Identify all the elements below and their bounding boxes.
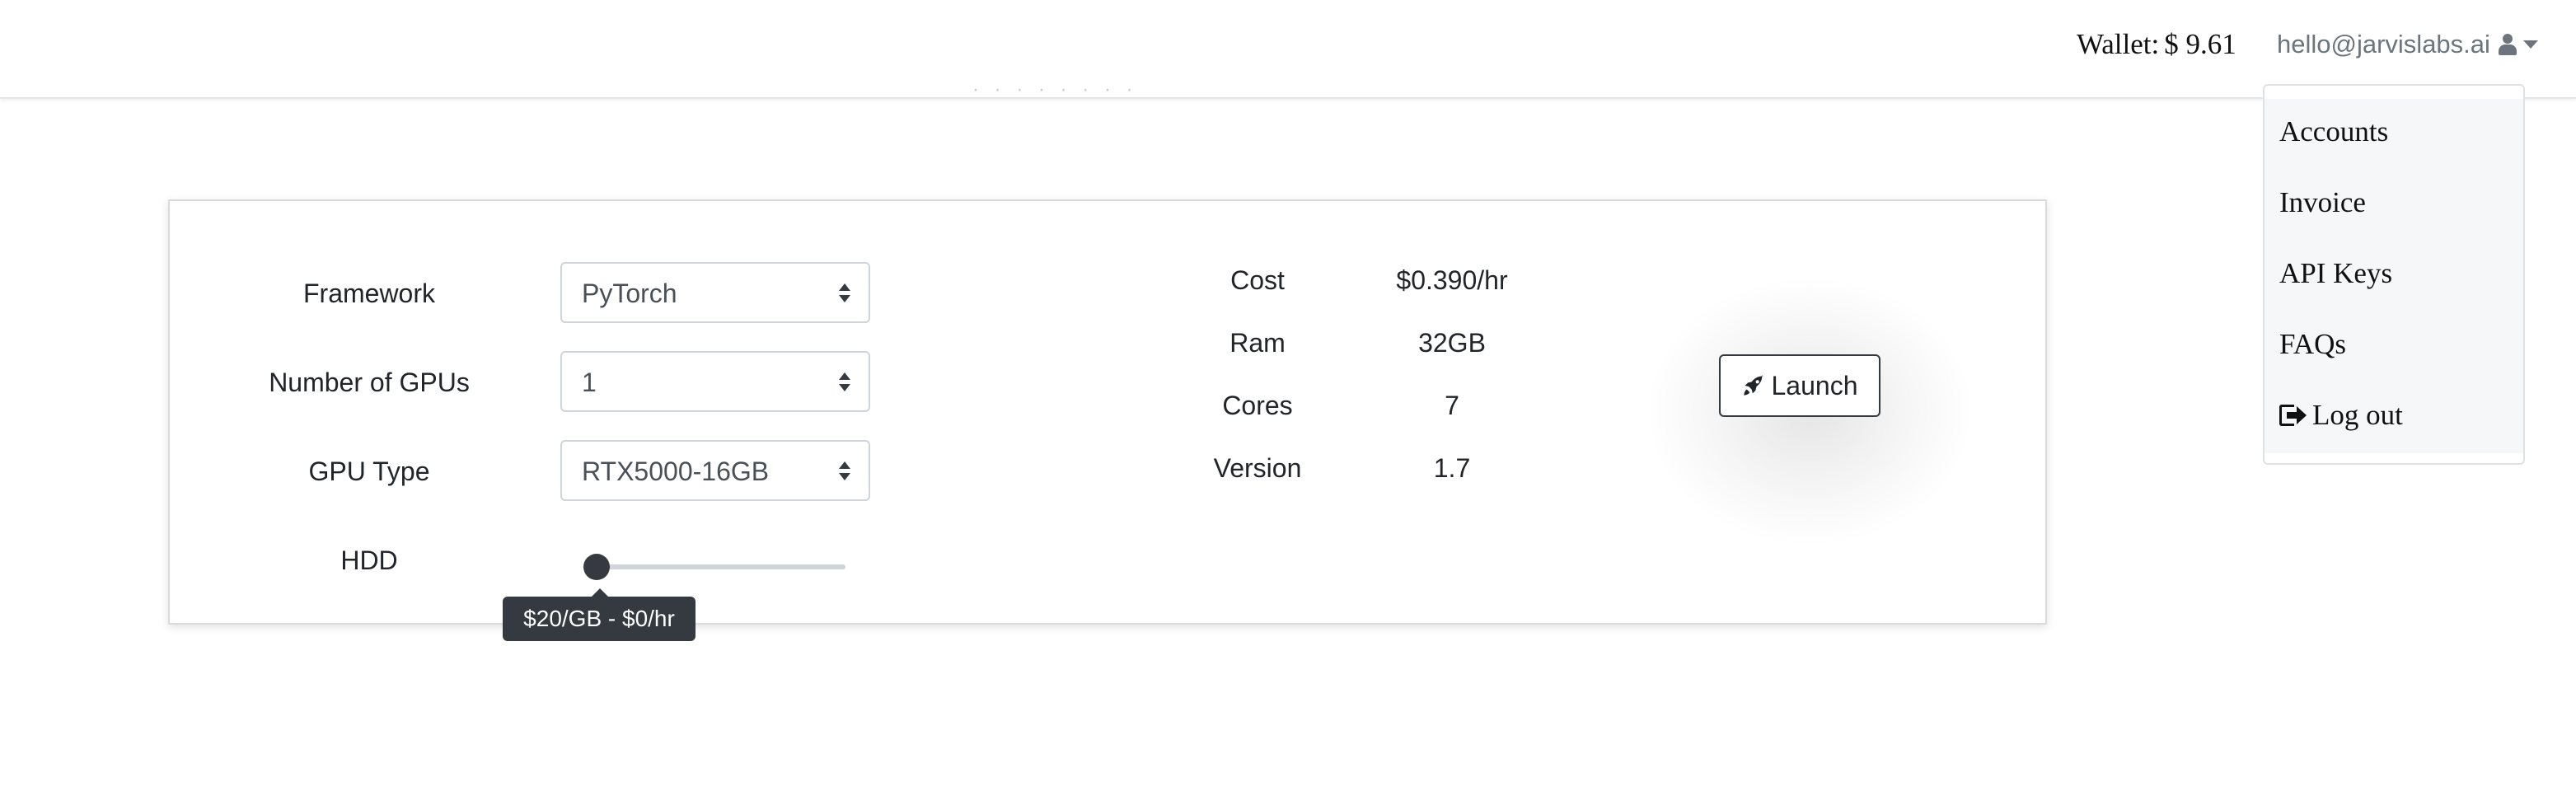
gpu-type-value: RTX5000-16GB [582,457,770,486]
ram-label: Ram [1229,328,1286,358]
version-label: Version [1213,453,1302,483]
gpu-type-select[interactable]: RTX5000-16GB [560,440,870,501]
gpus-value: 1 [582,368,597,397]
menu-item-accounts[interactable]: Accounts [2279,115,2388,148]
sign-out-icon [2279,405,2307,426]
instance-config-card: Framework PyTorch Number of GPUs 1 GPU T… [168,199,2047,641]
gpus-select[interactable]: 1 [560,351,870,412]
launch-label: Launch [1771,370,1858,400]
hdd-price-tooltip: $20/GB - $0/hr [503,588,696,641]
cost-label: Cost [1230,265,1285,295]
select-arrows-icon [839,283,850,305]
version-value: 1.7 [1433,453,1471,483]
user-email: hello@jarvislabs.ai [2277,30,2490,59]
gpu-type-label: GPU Type [308,457,430,486]
cost-value: $0.390/hr [1396,265,1508,295]
menu-item-api-keys[interactable]: API Keys [2279,257,2392,290]
log-out-label: Log out [2312,399,2403,431]
select-arrows-icon [839,461,850,483]
wallet-amount: $ 9.61 [2164,28,2236,60]
hdd-label: HDD [340,545,398,575]
select-arrows-icon [839,372,850,394]
user-icon [2498,34,2517,55]
partial-heading: · · · · · · · · [972,82,1138,99]
menu-item-faqs[interactable]: FAQs [2279,328,2346,361]
wallet-balance: Wallet: $ 9.61 [2077,28,2236,61]
user-dropdown-menu: Accounts Invoice API Keys FAQs Log out [2263,84,2525,465]
top-navbar: · · · · · · · · Wallet: $ 9.61 hello@jarv… [0,0,2576,99]
hdd-slider-thumb[interactable] [583,554,610,580]
menu-item-invoice[interactable]: Invoice [2279,186,2366,219]
rocket-icon [1743,375,1763,396]
user-menu-toggle[interactable]: hello@jarvislabs.ai [2277,30,2538,59]
caret-down-icon [2522,40,2538,49]
menu-item-log-out[interactable]: Log out [2279,399,2403,432]
cores-value: 7 [1445,391,1459,420]
launch-button[interactable]: Launch [1719,354,1880,417]
framework-label: Framework [302,279,435,308]
cores-label: Cores [1222,391,1293,420]
hdd-slider-track[interactable] [597,564,845,569]
wallet-label: Wallet: [2077,28,2160,60]
gpus-label: Number of GPUs [269,368,470,397]
ram-value: 32GB [1418,328,1486,358]
framework-select[interactable]: PyTorch [560,262,870,323]
framework-value: PyTorch [582,279,677,308]
